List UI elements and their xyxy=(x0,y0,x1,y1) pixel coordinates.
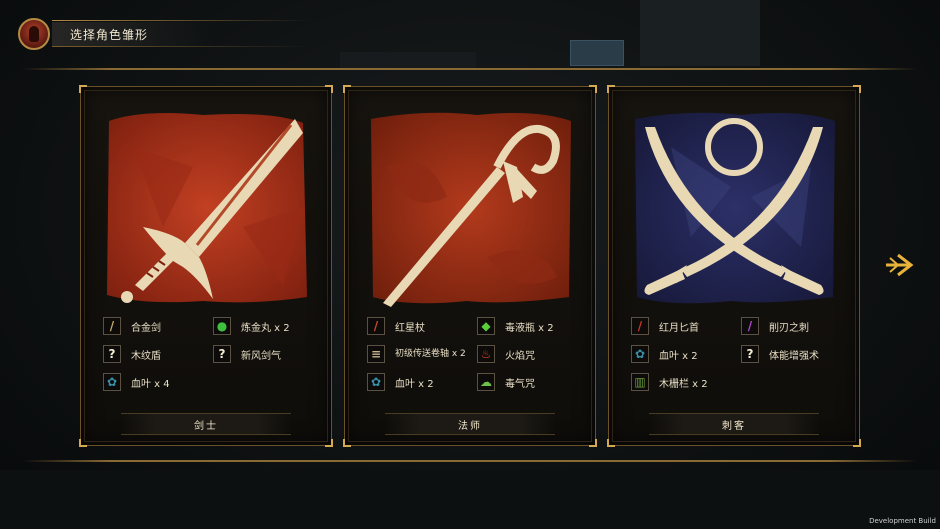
class-name: 剑士 xyxy=(194,421,218,432)
background-floor-left xyxy=(0,470,940,529)
item-slot[interactable]: ? 木纹盾 xyxy=(103,343,161,365)
leaf-icon: ✿ xyxy=(631,345,649,363)
item-slot[interactable]: ? 新风剑气 xyxy=(213,343,281,365)
card-corner xyxy=(589,439,597,447)
next-arrow-button[interactable] xyxy=(884,252,914,278)
card-corner xyxy=(607,439,615,447)
dagger-icon: / xyxy=(631,317,649,335)
item-label: 红月匕首 xyxy=(659,322,699,334)
item-label: 体能增强术 xyxy=(769,350,819,362)
card-corner xyxy=(853,85,861,93)
item-label: 木栅栏 x 2 xyxy=(659,378,708,390)
class-name-bar: 剑士 xyxy=(121,413,291,435)
item-slot[interactable]: ✿ 血叶 x 4 xyxy=(103,371,170,393)
unknown-icon: ? xyxy=(103,345,121,363)
card-corner xyxy=(589,85,597,93)
item-slot[interactable]: / 红月匕首 xyxy=(631,315,699,337)
card-corner xyxy=(343,439,351,447)
development-build-label: Development Build xyxy=(869,517,936,525)
item-label: 新风剑气 xyxy=(241,350,281,362)
class-name: 法师 xyxy=(458,421,482,432)
poison-gas-icon: ☁ xyxy=(477,373,495,391)
class-card-assassin[interactable]: / 红月匕首 / 削刃之刺 ✿ 血叶 x 2 ? 体能增强术 ▥ 木栅栏 x 2… xyxy=(607,85,861,447)
item-slot[interactable]: ● 炼金丸 x 2 xyxy=(213,315,290,337)
card-corner xyxy=(325,85,333,93)
blade-icon: / xyxy=(741,317,759,335)
unknown-icon: ? xyxy=(213,345,231,363)
item-label: 炼金丸 x 2 xyxy=(241,322,290,334)
sword-icon: / xyxy=(103,317,121,335)
item-slot[interactable]: ◆ 毒液瓶 x 2 xyxy=(477,315,554,337)
item-slot[interactable]: / 削刃之刺 xyxy=(741,315,809,337)
card-corner xyxy=(325,439,333,447)
item-label: 毒气咒 xyxy=(505,378,535,390)
item-slot[interactable]: / 红星杖 xyxy=(367,315,425,337)
sword-emblem-icon xyxy=(107,113,307,303)
class-name-bar: 刺客 xyxy=(649,413,819,435)
frame-divider-bottom xyxy=(22,460,918,462)
fire-icon: ♨ xyxy=(477,345,495,363)
item-label: 木纹盾 xyxy=(131,350,161,362)
crossed-blades-emblem-icon xyxy=(635,112,835,304)
item-label: 合金剑 xyxy=(131,322,161,334)
item-label: 火焰咒 xyxy=(505,350,535,362)
leaf-icon: ✿ xyxy=(367,373,385,391)
class-name-bar: 法师 xyxy=(385,413,555,435)
fence-icon: ▥ xyxy=(631,373,649,391)
item-label: 血叶 x 2 xyxy=(395,378,434,390)
header: 选择角色雏形 xyxy=(0,0,940,70)
card-corner xyxy=(79,439,87,447)
page-title: 选择角色雏形 xyxy=(70,28,149,42)
character-avatar[interactable] xyxy=(18,18,50,50)
class-name: 刺客 xyxy=(722,421,746,432)
item-slot[interactable]: ≡ 初级传送卷轴 x 2 xyxy=(367,343,495,365)
item-slot[interactable]: ? 体能增强术 xyxy=(741,343,819,365)
green-pill-icon: ● xyxy=(213,317,231,335)
staff-icon: / xyxy=(367,317,385,335)
leaf-icon: ✿ xyxy=(103,373,121,391)
item-label: 毒液瓶 x 2 xyxy=(505,322,554,334)
assassin-art xyxy=(631,107,837,307)
potion-icon: ◆ xyxy=(477,317,495,335)
class-card-swordsman[interactable]: / 合金剑 ● 炼金丸 x 2 ? 木纹盾 ? 新风剑气 ✿ 血叶 x 4 剑士 xyxy=(79,85,333,447)
item-label: 血叶 x 2 xyxy=(659,350,698,362)
item-label: 削刃之刺 xyxy=(769,322,809,334)
staff-emblem-icon xyxy=(371,112,571,307)
item-slot[interactable]: ♨ 火焰咒 xyxy=(477,343,535,365)
scroll-icon: ≡ xyxy=(367,345,385,363)
item-label: 红星杖 xyxy=(395,322,425,334)
class-card-mage[interactable]: / 红星杖 ◆ 毒液瓶 x 2 ≡ 初级传送卷轴 x 2 ♨ 火焰咒 ✿ 血叶 … xyxy=(343,85,597,447)
unknown-icon: ? xyxy=(741,345,759,363)
card-corner xyxy=(79,85,87,93)
title-divider-top xyxy=(52,20,312,21)
card-corner xyxy=(343,85,351,93)
mage-art xyxy=(367,107,573,307)
item-slot[interactable]: / 合金剑 xyxy=(103,315,161,337)
card-corner xyxy=(853,439,861,447)
item-slot[interactable]: ▥ 木栅栏 x 2 xyxy=(631,371,708,393)
frame-divider-top xyxy=(22,68,918,70)
item-slot[interactable]: ☁ 毒气咒 xyxy=(477,371,535,393)
arrow-right-icon xyxy=(886,253,914,277)
title-divider-bottom xyxy=(52,46,312,47)
item-slot[interactable]: ✿ 血叶 x 2 xyxy=(631,343,698,365)
item-slot[interactable]: ✿ 血叶 x 2 xyxy=(367,371,434,393)
item-label: 血叶 x 4 xyxy=(131,378,170,390)
card-corner xyxy=(607,85,615,93)
swordsman-art xyxy=(103,107,309,307)
